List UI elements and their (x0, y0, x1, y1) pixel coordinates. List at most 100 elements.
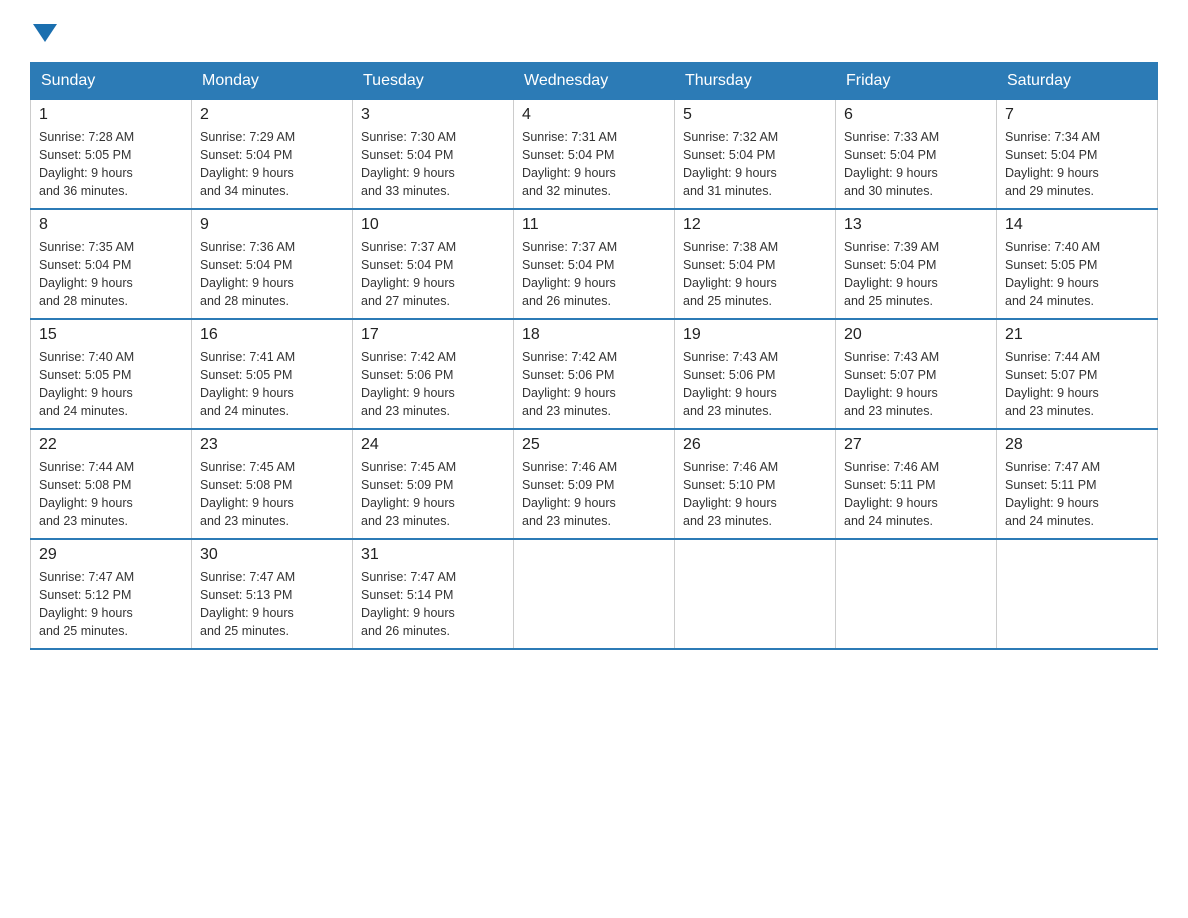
calendar-cell: 12 Sunrise: 7:38 AM Sunset: 5:04 PM Dayl… (675, 209, 836, 319)
day-number: 23 (200, 436, 344, 454)
day-info: Sunrise: 7:46 AM Sunset: 5:11 PM Dayligh… (844, 458, 988, 531)
day-info: Sunrise: 7:42 AM Sunset: 5:06 PM Dayligh… (361, 348, 505, 421)
day-number: 31 (361, 546, 505, 564)
day-info: Sunrise: 7:45 AM Sunset: 5:09 PM Dayligh… (361, 458, 505, 531)
day-info: Sunrise: 7:31 AM Sunset: 5:04 PM Dayligh… (522, 128, 666, 201)
calendar-week-5: 29 Sunrise: 7:47 AM Sunset: 5:12 PM Dayl… (31, 539, 1158, 649)
calendar-cell: 19 Sunrise: 7:43 AM Sunset: 5:06 PM Dayl… (675, 319, 836, 429)
day-info: Sunrise: 7:45 AM Sunset: 5:08 PM Dayligh… (200, 458, 344, 531)
day-number: 20 (844, 326, 988, 344)
calendar-cell: 11 Sunrise: 7:37 AM Sunset: 5:04 PM Dayl… (514, 209, 675, 319)
day-info: Sunrise: 7:29 AM Sunset: 5:04 PM Dayligh… (200, 128, 344, 201)
day-number: 28 (1005, 436, 1149, 454)
day-number: 10 (361, 216, 505, 234)
calendar-week-4: 22 Sunrise: 7:44 AM Sunset: 5:08 PM Dayl… (31, 429, 1158, 539)
day-number: 6 (844, 106, 988, 124)
day-number: 22 (39, 436, 183, 454)
day-info: Sunrise: 7:35 AM Sunset: 5:04 PM Dayligh… (39, 238, 183, 311)
calendar-cell: 3 Sunrise: 7:30 AM Sunset: 5:04 PM Dayli… (353, 99, 514, 209)
day-info: Sunrise: 7:28 AM Sunset: 5:05 PM Dayligh… (39, 128, 183, 201)
calendar-cell: 15 Sunrise: 7:40 AM Sunset: 5:05 PM Dayl… (31, 319, 192, 429)
logo-text (30, 20, 57, 42)
calendar-cell: 24 Sunrise: 7:45 AM Sunset: 5:09 PM Dayl… (353, 429, 514, 539)
logo (30, 20, 57, 42)
calendar-cell: 10 Sunrise: 7:37 AM Sunset: 5:04 PM Dayl… (353, 209, 514, 319)
calendar-header-tuesday: Tuesday (353, 63, 514, 99)
calendar-cell: 20 Sunrise: 7:43 AM Sunset: 5:07 PM Dayl… (836, 319, 997, 429)
calendar-cell: 18 Sunrise: 7:42 AM Sunset: 5:06 PM Dayl… (514, 319, 675, 429)
day-info: Sunrise: 7:39 AM Sunset: 5:04 PM Dayligh… (844, 238, 988, 311)
day-number: 24 (361, 436, 505, 454)
day-number: 11 (522, 216, 666, 234)
day-number: 4 (522, 106, 666, 124)
day-info: Sunrise: 7:40 AM Sunset: 5:05 PM Dayligh… (1005, 238, 1149, 311)
day-number: 1 (39, 106, 183, 124)
day-info: Sunrise: 7:41 AM Sunset: 5:05 PM Dayligh… (200, 348, 344, 421)
calendar-cell: 23 Sunrise: 7:45 AM Sunset: 5:08 PM Dayl… (192, 429, 353, 539)
calendar-header-row: SundayMondayTuesdayWednesdayThursdayFrid… (31, 63, 1158, 99)
day-info: Sunrise: 7:44 AM Sunset: 5:08 PM Dayligh… (39, 458, 183, 531)
day-number: 5 (683, 106, 827, 124)
calendar-cell: 4 Sunrise: 7:31 AM Sunset: 5:04 PM Dayli… (514, 99, 675, 209)
day-info: Sunrise: 7:37 AM Sunset: 5:04 PM Dayligh… (361, 238, 505, 311)
day-info: Sunrise: 7:47 AM Sunset: 5:11 PM Dayligh… (1005, 458, 1149, 531)
calendar-cell: 16 Sunrise: 7:41 AM Sunset: 5:05 PM Dayl… (192, 319, 353, 429)
day-info: Sunrise: 7:38 AM Sunset: 5:04 PM Dayligh… (683, 238, 827, 311)
calendar-header-friday: Friday (836, 63, 997, 99)
calendar-header-saturday: Saturday (997, 63, 1158, 99)
calendar-header-thursday: Thursday (675, 63, 836, 99)
day-info: Sunrise: 7:32 AM Sunset: 5:04 PM Dayligh… (683, 128, 827, 201)
day-info: Sunrise: 7:43 AM Sunset: 5:07 PM Dayligh… (844, 348, 988, 421)
calendar-cell (997, 539, 1158, 649)
day-info: Sunrise: 7:47 AM Sunset: 5:12 PM Dayligh… (39, 568, 183, 641)
calendar-header-monday: Monday (192, 63, 353, 99)
day-number: 14 (1005, 216, 1149, 234)
day-number: 15 (39, 326, 183, 344)
day-number: 21 (1005, 326, 1149, 344)
calendar-cell: 13 Sunrise: 7:39 AM Sunset: 5:04 PM Dayl… (836, 209, 997, 319)
calendar-cell: 1 Sunrise: 7:28 AM Sunset: 5:05 PM Dayli… (31, 99, 192, 209)
calendar-cell: 7 Sunrise: 7:34 AM Sunset: 5:04 PM Dayli… (997, 99, 1158, 209)
calendar-cell: 9 Sunrise: 7:36 AM Sunset: 5:04 PM Dayli… (192, 209, 353, 319)
day-number: 18 (522, 326, 666, 344)
day-number: 17 (361, 326, 505, 344)
day-info: Sunrise: 7:36 AM Sunset: 5:04 PM Dayligh… (200, 238, 344, 311)
day-number: 9 (200, 216, 344, 234)
calendar-cell (675, 539, 836, 649)
day-number: 8 (39, 216, 183, 234)
calendar-cell: 2 Sunrise: 7:29 AM Sunset: 5:04 PM Dayli… (192, 99, 353, 209)
calendar-cell: 31 Sunrise: 7:47 AM Sunset: 5:14 PM Dayl… (353, 539, 514, 649)
day-number: 26 (683, 436, 827, 454)
day-number: 30 (200, 546, 344, 564)
calendar-week-3: 15 Sunrise: 7:40 AM Sunset: 5:05 PM Dayl… (31, 319, 1158, 429)
calendar-table: SundayMondayTuesdayWednesdayThursdayFrid… (30, 62, 1158, 650)
calendar-week-2: 8 Sunrise: 7:35 AM Sunset: 5:04 PM Dayli… (31, 209, 1158, 319)
calendar-cell (836, 539, 997, 649)
day-number: 2 (200, 106, 344, 124)
calendar-cell: 29 Sunrise: 7:47 AM Sunset: 5:12 PM Dayl… (31, 539, 192, 649)
day-number: 13 (844, 216, 988, 234)
day-info: Sunrise: 7:44 AM Sunset: 5:07 PM Dayligh… (1005, 348, 1149, 421)
calendar-cell: 26 Sunrise: 7:46 AM Sunset: 5:10 PM Dayl… (675, 429, 836, 539)
day-info: Sunrise: 7:42 AM Sunset: 5:06 PM Dayligh… (522, 348, 666, 421)
day-number: 16 (200, 326, 344, 344)
day-number: 29 (39, 546, 183, 564)
calendar-cell: 22 Sunrise: 7:44 AM Sunset: 5:08 PM Dayl… (31, 429, 192, 539)
calendar-week-1: 1 Sunrise: 7:28 AM Sunset: 5:05 PM Dayli… (31, 99, 1158, 209)
day-info: Sunrise: 7:37 AM Sunset: 5:04 PM Dayligh… (522, 238, 666, 311)
calendar-cell: 25 Sunrise: 7:46 AM Sunset: 5:09 PM Dayl… (514, 429, 675, 539)
day-info: Sunrise: 7:33 AM Sunset: 5:04 PM Dayligh… (844, 128, 988, 201)
logo-triangle-icon (33, 24, 57, 42)
calendar-cell: 8 Sunrise: 7:35 AM Sunset: 5:04 PM Dayli… (31, 209, 192, 319)
day-info: Sunrise: 7:47 AM Sunset: 5:13 PM Dayligh… (200, 568, 344, 641)
calendar-cell: 30 Sunrise: 7:47 AM Sunset: 5:13 PM Dayl… (192, 539, 353, 649)
calendar-cell (514, 539, 675, 649)
calendar-cell: 14 Sunrise: 7:40 AM Sunset: 5:05 PM Dayl… (997, 209, 1158, 319)
calendar-cell: 27 Sunrise: 7:46 AM Sunset: 5:11 PM Dayl… (836, 429, 997, 539)
calendar-header-sunday: Sunday (31, 63, 192, 99)
day-number: 27 (844, 436, 988, 454)
day-info: Sunrise: 7:30 AM Sunset: 5:04 PM Dayligh… (361, 128, 505, 201)
day-info: Sunrise: 7:34 AM Sunset: 5:04 PM Dayligh… (1005, 128, 1149, 201)
calendar-header-wednesday: Wednesday (514, 63, 675, 99)
day-info: Sunrise: 7:47 AM Sunset: 5:14 PM Dayligh… (361, 568, 505, 641)
